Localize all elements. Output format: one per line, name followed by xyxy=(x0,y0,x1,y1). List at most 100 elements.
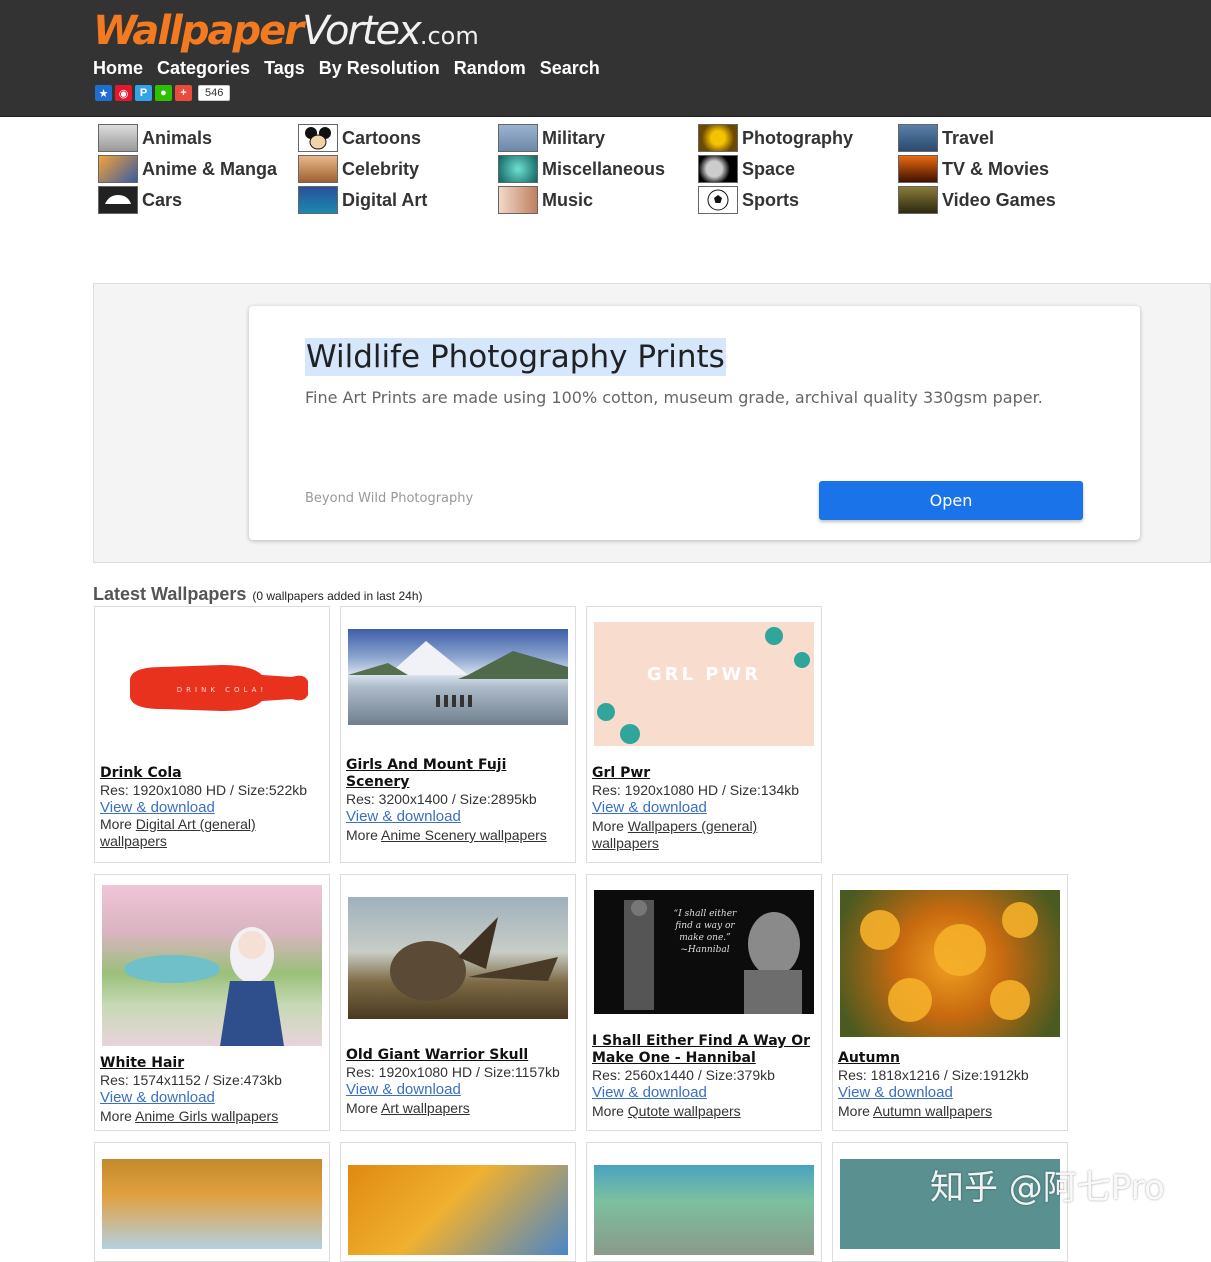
more-category-link[interactable]: Art wallpapers xyxy=(381,1100,470,1116)
wallpaper-thumbnail[interactable]: GRL PWR xyxy=(594,622,814,746)
view-download-link[interactable]: View & download xyxy=(592,1084,820,1101)
main-nav: Home Categories Tags By Resolution Rando… xyxy=(93,58,600,79)
more-prefix: More xyxy=(838,1103,870,1119)
site-logo[interactable]: Wallpaper Vortex .com xyxy=(93,8,479,54)
qzone-share-icon[interactable]: ★ xyxy=(95,85,112,101)
wallpaper-thumbnail[interactable] xyxy=(102,885,322,1046)
wechat-share-icon[interactable]: ● xyxy=(155,85,172,101)
wallpaper-title[interactable]: Drink Cola xyxy=(100,765,328,782)
more-category-link[interactable]: Anime Scenery wallpapers xyxy=(381,827,547,843)
view-download-link[interactable]: View & download xyxy=(592,799,820,816)
wallpaper-thumbnail[interactable] xyxy=(594,1165,814,1255)
nav-tags[interactable]: Tags xyxy=(264,58,305,79)
wallpaper-info: I Shall Either Find A Way Or Make One - … xyxy=(592,1033,820,1120)
more-category-link-suffix[interactable]: wallpapers xyxy=(592,835,659,851)
category-label: Military xyxy=(542,127,606,148)
nav-home[interactable]: Home xyxy=(93,58,143,79)
more-category: More Anime Scenery wallpapers xyxy=(346,827,574,844)
wallpaper-info: Old Giant Warrior Skull Res: 1920x1080 H… xyxy=(346,1047,574,1117)
category-military[interactable]: Military xyxy=(498,124,698,152)
wallpaper-card: Girls And Mount Fuji Scenery Res: 3200x1… xyxy=(340,606,576,863)
more-share-icon[interactable]: + xyxy=(175,85,192,101)
pengyou-share-icon[interactable]: P xyxy=(135,85,152,101)
wallpaper-card: DRINK COLA! Drink Cola Res: 1920x1080 HD… xyxy=(94,606,330,863)
sports-thumbnail xyxy=(698,186,738,214)
tv-movies-thumbnail xyxy=(898,155,938,183)
category-label: Animals xyxy=(142,127,213,148)
category-label: Video Games xyxy=(942,189,1056,210)
military-thumbnail xyxy=(498,124,538,152)
category-music[interactable]: Music xyxy=(498,186,698,214)
wallpaper-title[interactable]: Old Giant Warrior Skull xyxy=(346,1047,574,1064)
wallpaper-title[interactable]: Grl Pwr xyxy=(592,765,820,782)
wallpaper-card xyxy=(94,1142,330,1262)
more-prefix: More xyxy=(100,816,132,832)
more-category-link[interactable]: Qutote wallpapers xyxy=(628,1103,741,1119)
category-tv-movies[interactable]: TV & Movies xyxy=(898,155,1098,183)
wallpaper-card xyxy=(340,1142,576,1262)
more-category-link[interactable]: Wallpapers (general) xyxy=(628,818,757,834)
ad-card[interactable]: Wildlife Photography Prints Fine Art Pri… xyxy=(249,306,1140,540)
weibo-share-icon[interactable]: ◉ xyxy=(115,85,132,101)
wallpaper-title[interactable]: Girls And Mount Fuji Scenery xyxy=(346,757,574,791)
category-cars[interactable]: Cars xyxy=(98,186,298,214)
wallpaper-resolution: Res: 2560x1440 / Size:379kb xyxy=(592,1067,775,1083)
more-category: More Anime Girls wallpapers xyxy=(100,1108,328,1125)
view-download-link[interactable]: View & download xyxy=(838,1084,1066,1101)
share-bar: ★ ◉ P ● + 546 xyxy=(95,85,231,101)
category-sports[interactable]: Sports xyxy=(698,186,898,214)
category-photography[interactable]: Photography xyxy=(698,124,898,152)
category-celebrity[interactable]: Celebrity xyxy=(298,155,498,183)
view-download-link[interactable]: View & download xyxy=(100,799,328,816)
wallpaper-thumbnail[interactable] xyxy=(348,1165,568,1255)
category-grid: Animals Cartoons Military Photography Tr… xyxy=(98,124,1098,214)
zhihu-watermark: 知乎 @阿七Pro xyxy=(930,1168,1165,1208)
wallpaper-thumbnail[interactable] xyxy=(840,890,1060,1037)
category-label: Miscellaneous xyxy=(542,158,666,179)
more-category-link[interactable]: Autumn wallpapers xyxy=(873,1103,992,1119)
nav-random[interactable]: Random xyxy=(454,58,526,79)
wallpaper-thumbnail[interactable]: DRINK COLA! xyxy=(102,621,322,753)
more-prefix: More xyxy=(592,1103,624,1119)
nav-categories[interactable]: Categories xyxy=(157,58,250,79)
wallpaper-info: Autumn Res: 1818x1216 / Size:1912kb View… xyxy=(838,1050,1066,1120)
category-animals[interactable]: Animals xyxy=(98,124,298,152)
wallpaper-title[interactable]: I Shall Either Find A Way Or Make One - … xyxy=(592,1033,820,1067)
category-cartoons[interactable]: Cartoons xyxy=(298,124,498,152)
more-category-link-suffix[interactable]: wallpapers xyxy=(100,833,167,849)
category-anime-manga[interactable]: Anime & Manga xyxy=(98,155,298,183)
ad-title[interactable]: Wildlife Photography Prints xyxy=(305,338,726,376)
view-download-link[interactable]: View & download xyxy=(100,1089,328,1106)
more-category-link[interactable]: Anime Girls wallpapers xyxy=(135,1108,278,1124)
more-prefix: More xyxy=(346,1100,378,1116)
wallpaper-info: White Hair Res: 1574x1152 / Size:473kb V… xyxy=(100,1055,328,1125)
travel-thumbnail xyxy=(898,124,938,152)
view-download-link[interactable]: View & download xyxy=(346,1081,574,1098)
more-category: More Art wallpapers xyxy=(346,1100,574,1117)
wallpaper-thumbnail[interactable] xyxy=(348,629,568,725)
latest-header: Latest Wallpapers (0 wallpapers added in… xyxy=(93,584,423,605)
category-video-games[interactable]: Video Games xyxy=(898,186,1098,214)
more-category-link[interactable]: Digital Art (general) xyxy=(136,816,256,832)
ad-description: Fine Art Prints are made using 100% cott… xyxy=(305,388,1043,407)
category-space[interactable]: Space xyxy=(698,155,898,183)
wallpaper-thumbnail[interactable] xyxy=(348,897,568,1019)
nav-search[interactable]: Search xyxy=(540,58,600,79)
cars-thumbnail xyxy=(98,186,138,214)
view-download-link[interactable]: View & download xyxy=(346,808,574,825)
category-digital-art[interactable]: Digital Art xyxy=(298,186,498,214)
category-travel[interactable]: Travel xyxy=(898,124,1098,152)
wallpaper-info: Drink Cola Res: 1920x1080 HD / Size:522k… xyxy=(100,765,328,850)
ad-source[interactable]: Beyond Wild Photography xyxy=(305,491,473,506)
wallpaper-title[interactable]: Autumn xyxy=(838,1050,1066,1067)
cartoons-thumbnail xyxy=(298,124,338,152)
ad-open-button[interactable]: Open xyxy=(819,481,1083,520)
wallpaper-thumbnail[interactable]: “I shall either find a way or make one.”… xyxy=(594,890,814,1014)
digital-art-thumbnail xyxy=(298,186,338,214)
wallpaper-thumbnail[interactable] xyxy=(102,1159,322,1249)
more-prefix: More xyxy=(100,1108,132,1124)
wallpaper-title[interactable]: White Hair xyxy=(100,1055,328,1072)
nav-by-resolution[interactable]: By Resolution xyxy=(319,58,440,79)
category-miscellaneous[interactable]: Miscellaneous xyxy=(498,155,698,183)
more-category: More Digital Art (general) wallpapers xyxy=(100,816,328,850)
